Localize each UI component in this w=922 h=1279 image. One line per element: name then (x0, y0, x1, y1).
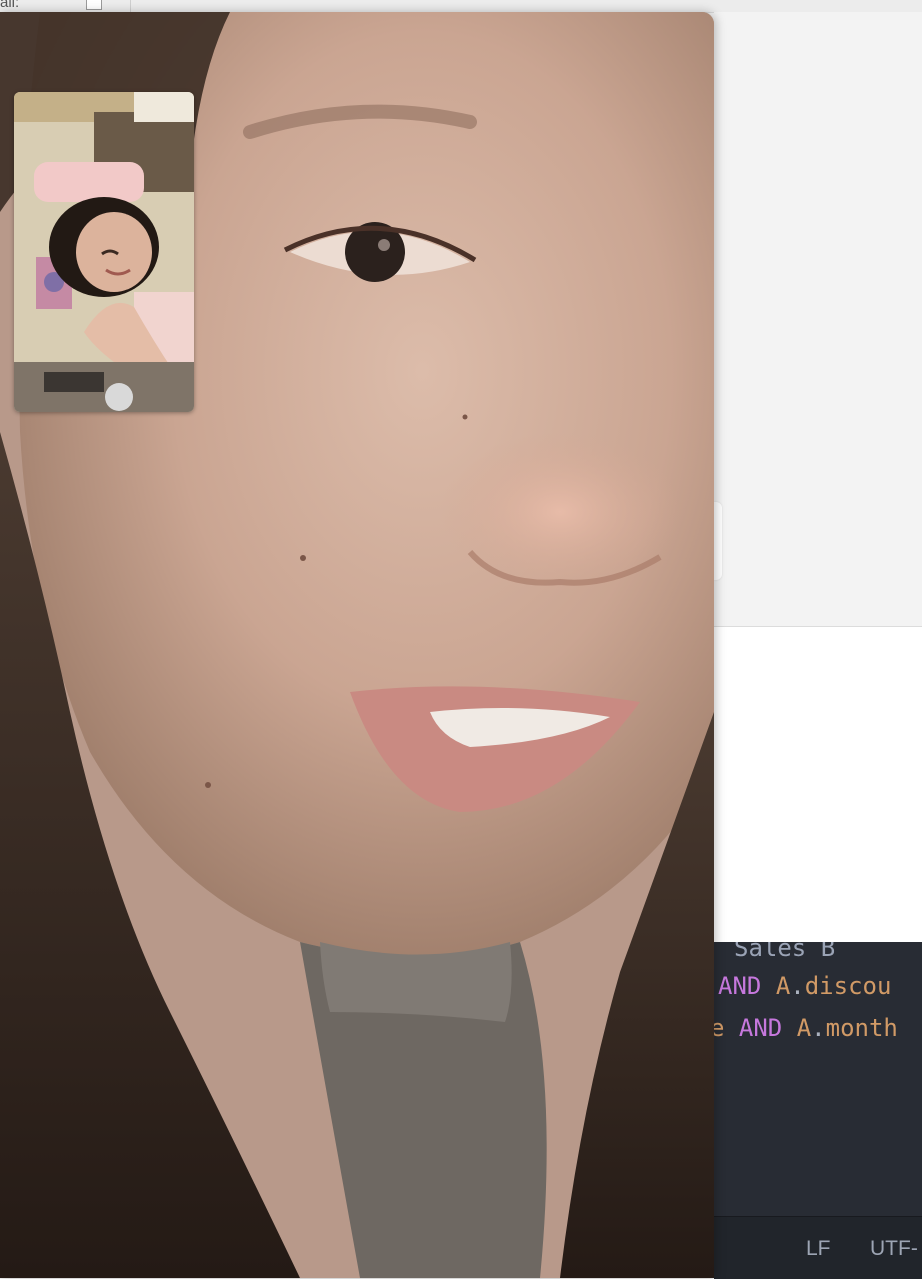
background-panel (714, 12, 922, 626)
code-token: . (790, 972, 805, 1000)
code-line: e AND A.month (714, 1014, 898, 1042)
code-line: Sales B (734, 942, 835, 962)
editor-status-bar: LF UTF- (714, 1216, 922, 1279)
code-line: AND A.discou (718, 972, 891, 1000)
code-token: AND (718, 972, 762, 1000)
background-label: all: (0, 0, 20, 11)
code-token: e (714, 1014, 725, 1042)
background-content-area (714, 627, 922, 942)
code-editor[interactable]: Sales B AND A.discou e AND A.month (714, 942, 922, 1216)
code-token: AND (738, 1014, 783, 1042)
video-call-window[interactable] (0, 12, 714, 1278)
code-token: month (825, 1014, 898, 1042)
panel-handle[interactable] (714, 502, 722, 580)
code-token: A (775, 972, 791, 1000)
line-ending-indicator[interactable]: LF (806, 1237, 831, 1261)
code-token: Sales B (734, 942, 836, 962)
code-token: . (811, 1014, 826, 1042)
divider (130, 0, 131, 12)
self-view-video[interactable] (14, 92, 194, 412)
code-token: A (796, 1014, 812, 1042)
encoding-indicator[interactable]: UTF- (870, 1237, 918, 1261)
document-icon (86, 0, 102, 10)
code-token: discou (804, 972, 892, 1000)
